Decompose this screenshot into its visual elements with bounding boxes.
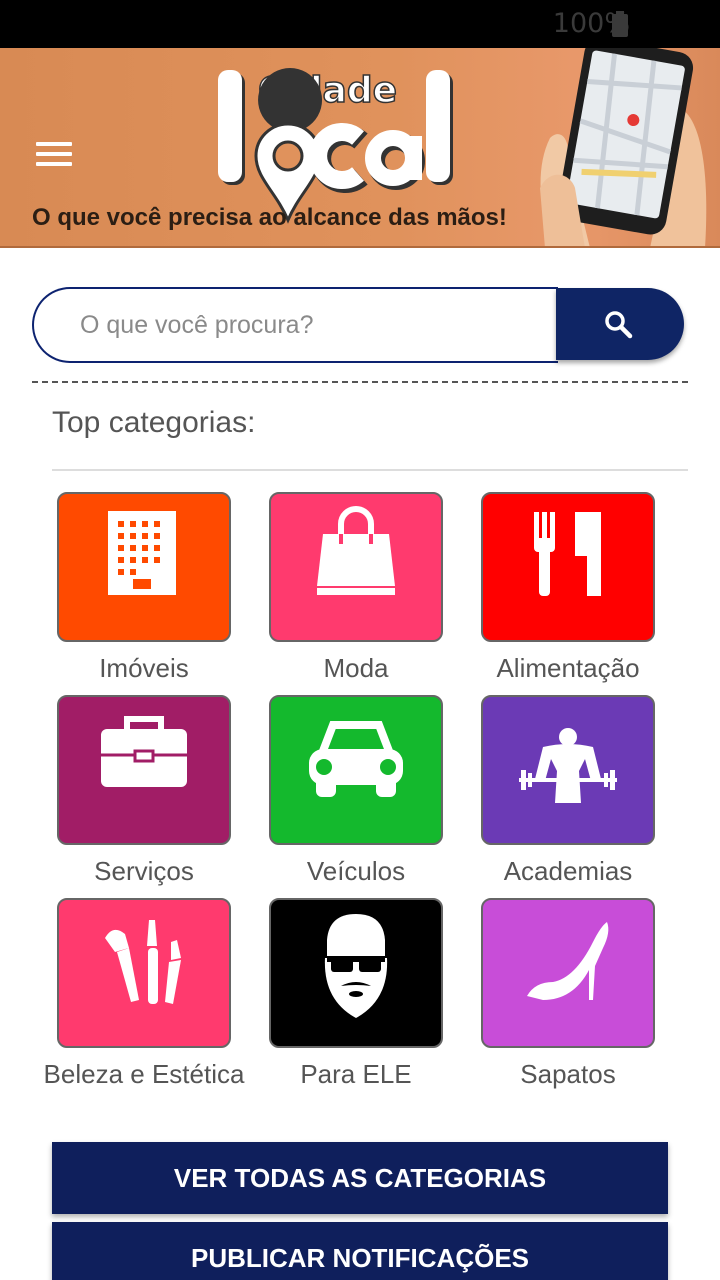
- category-tile: [481, 695, 655, 845]
- search-icon: [605, 311, 633, 339]
- view-all-categories-button[interactable]: VER TODAS AS CATEGORIAS: [52, 1142, 668, 1214]
- category-imoveis[interactable]: Imóveis: [38, 492, 250, 685]
- hamburger-icon: [36, 142, 72, 146]
- publish-notifications-button[interactable]: PUBLICAR NOTIFICAÇÕES: [52, 1222, 668, 1280]
- makeup-brushes-icon: [105, 920, 181, 1004]
- menu-button[interactable]: [28, 132, 80, 176]
- car-icon: [309, 721, 403, 797]
- category-label: Serviços: [94, 856, 194, 886]
- category-tile: [57, 492, 231, 642]
- bodybuilder-icon: [519, 728, 617, 803]
- hamburger-icon-line: [36, 162, 72, 166]
- category-tile: [481, 898, 655, 1048]
- search-input[interactable]: [32, 287, 558, 363]
- shopping-bag-icon: [317, 506, 395, 595]
- category-tile: [57, 898, 231, 1048]
- category-sapatos[interactable]: Sapatos: [462, 898, 674, 1091]
- category-label: Veículos: [306, 856, 406, 886]
- briefcase-icon: [101, 716, 187, 787]
- tagline: O que você precisa ao alcance das mãos!: [32, 204, 507, 231]
- cidade-local-logo: Cidade: [218, 68, 453, 224]
- section-title: Top categorias:: [52, 406, 256, 439]
- category-para-ele[interactable]: Para ELE: [250, 898, 462, 1091]
- category-label: Alimentação: [496, 653, 640, 683]
- high-heel-icon: [527, 922, 609, 1000]
- category-tile: [269, 695, 443, 845]
- building-icon: [108, 511, 176, 595]
- status-bar: 100%: [0, 0, 720, 48]
- search-bar: [32, 287, 684, 363]
- category-label: Beleza e Estética: [43, 1059, 245, 1089]
- category-label: Imóveis: [99, 653, 189, 683]
- category-label: Para ELE: [300, 1059, 412, 1089]
- divider: [32, 381, 688, 383]
- category-alimentacao[interactable]: Alimentação: [462, 492, 674, 685]
- category-label: Moda: [323, 653, 389, 683]
- category-beleza-estetica[interactable]: Beleza e Estética: [38, 898, 250, 1091]
- hamburger-icon-line: [36, 152, 72, 156]
- search-button[interactable]: [556, 288, 684, 360]
- category-label: Sapatos: [520, 1059, 616, 1089]
- hand-phone-illustration: [540, 48, 707, 246]
- battery-icon: [612, 11, 628, 37]
- category-servicos[interactable]: Serviços: [38, 695, 250, 888]
- bearded-man-icon: [324, 914, 388, 1018]
- divider: [52, 469, 688, 471]
- category-academias[interactable]: Academias: [462, 695, 674, 888]
- header-banner: Cidade O que você precisa ao alcance das…: [0, 48, 720, 248]
- category-tile: [269, 898, 443, 1048]
- category-tile: [269, 492, 443, 642]
- category-moda[interactable]: Moda: [250, 492, 462, 685]
- category-tile: [481, 492, 655, 642]
- category-label: Academias: [503, 856, 633, 886]
- fork-knife-icon: [534, 512, 601, 596]
- category-veiculos[interactable]: Veículos: [250, 695, 462, 888]
- category-tile: [57, 695, 231, 845]
